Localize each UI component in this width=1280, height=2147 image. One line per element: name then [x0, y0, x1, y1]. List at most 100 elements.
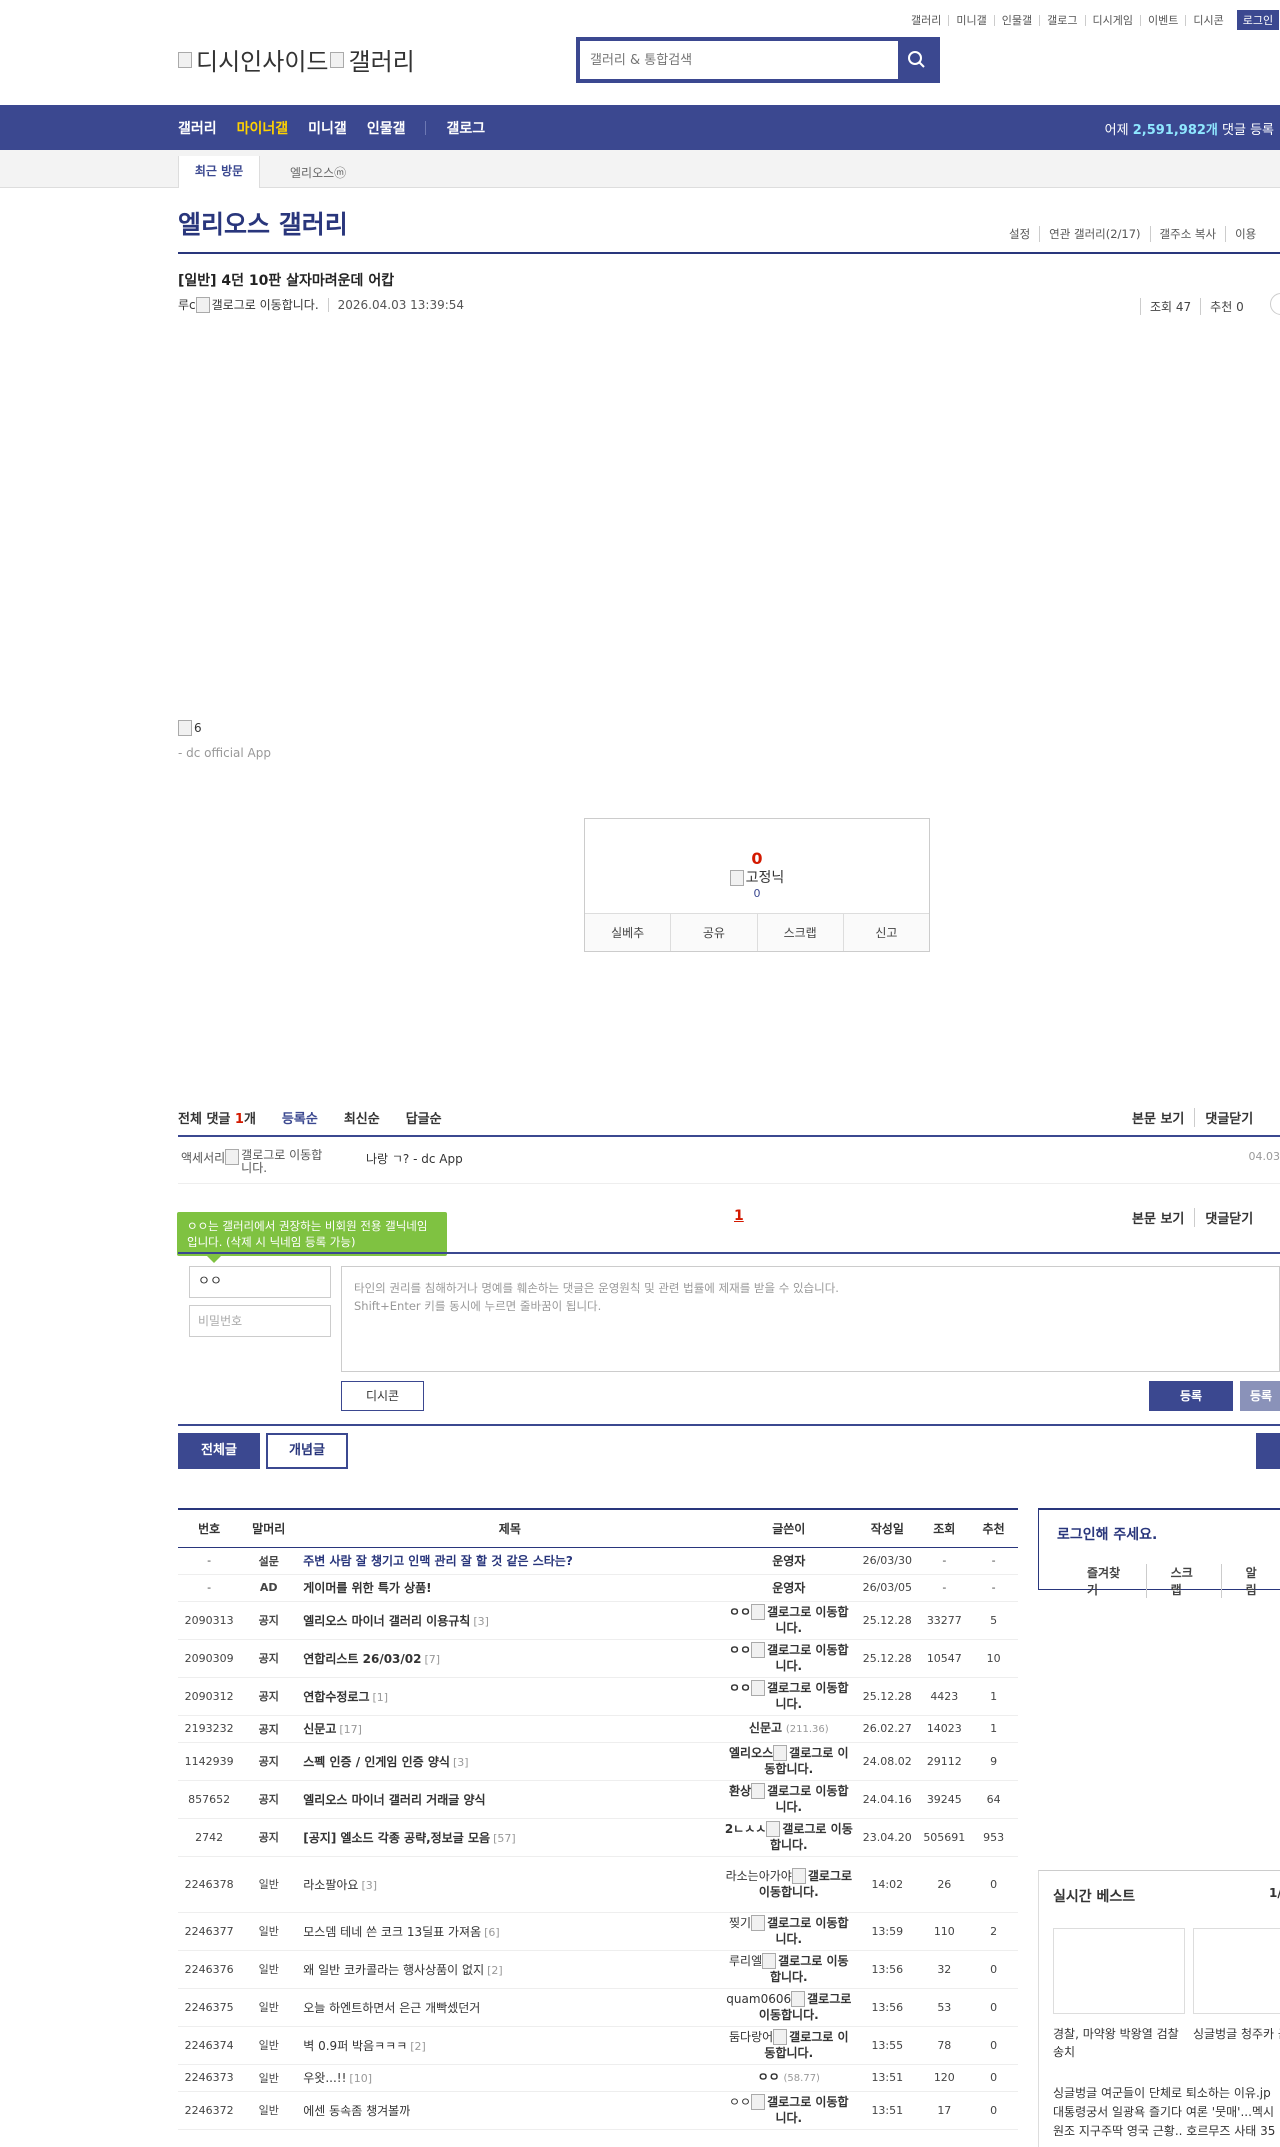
close-comments-link[interactable]: 댓글닫기	[1194, 1108, 1263, 1127]
dccon-button[interactable]: 디시콘	[341, 1381, 424, 1411]
share-button[interactable]: 공유	[670, 914, 756, 951]
writer-name[interactable]: 운영자	[772, 1581, 805, 1595]
submit-button[interactable]: 등록	[1149, 1381, 1233, 1411]
reply-count[interactable]: [7]	[425, 1653, 441, 1666]
reply-count[interactable]: [10]	[349, 2072, 372, 2085]
submit-secondary-button[interactable]: 등록	[1240, 1381, 1280, 1411]
post-link[interactable]: 신문고	[303, 1722, 336, 1736]
tab-concept-posts[interactable]: 개념글	[266, 1433, 348, 1469]
login-button[interactable]: 로그인	[1236, 10, 1280, 30]
util-link-gallog[interactable]: 갤로그	[1039, 14, 1084, 26]
reply-count[interactable]: [2]	[487, 1964, 503, 1977]
cell-writer[interactable]: 운영자	[722, 1547, 856, 1575]
util-link-mini[interactable]: 미니갤	[948, 14, 993, 26]
best-row[interactable]: 원조 지구주딱 영국 근황.. 호르무즈 사태 35	[1053, 2122, 1275, 2141]
gallery-menu-related[interactable]: 연관 갤러리(2/17)	[1039, 226, 1149, 242]
post-author-badge[interactable]: 갤로그로 이동합니다.	[212, 296, 319, 313]
util-link-person[interactable]: 인물갤	[993, 14, 1039, 26]
sort-replies[interactable]: 답글순	[406, 1108, 442, 1127]
writer-badge[interactable]: 갤로그로 이동합니다.	[767, 1605, 848, 1636]
post-link[interactable]: 벽 0.9퍼 박음ㅋㅋㅋ	[303, 2039, 407, 2053]
table-row[interactable]: 2246372 일반 에센 동속좀 챙겨볼까 ㅇㅇ 갤로그로 이동합니다. 13:51 17…	[178, 2091, 1018, 2130]
sort-registered[interactable]: 등록순	[282, 1108, 318, 1127]
recent-visit-label[interactable]: 최근 방문	[178, 156, 260, 188]
gnb-mini[interactable]: 미니갤	[308, 118, 347, 138]
cell-title[interactable]: 에센 동속좀 챙겨볼까	[297, 2091, 723, 2130]
cell-title[interactable]: 왜 일반 코카콜라는 행사상품이 없지 [2]	[297, 1950, 723, 1989]
cell-writer[interactable]: 운영자	[722, 1574, 856, 1602]
writer-name[interactable]: 2ㄴㅅㅅ	[725, 1822, 766, 1836]
writer-badge[interactable]: 갤로그로 이동합니다.	[767, 1681, 848, 1712]
cell-title[interactable]: 벽 0.9퍼 박음ㅋㅋㅋ [2]	[297, 2026, 723, 2065]
writer-name[interactable]: 엘리오스	[729, 1746, 773, 1760]
table-row[interactable]: 2246373 일반 우왓...!! [10] ㅇㅇ (58.77) 13:51 120 0	[178, 2064, 1018, 2092]
best-caption[interactable]: 경찰, 마약왕 박왕열 검찰 송치	[1053, 2025, 1185, 2061]
cell-writer[interactable]: 찢기 갤로그로 이동합니다.	[722, 1912, 856, 1951]
post-link[interactable]: 게이머를 위한 특가 상품!	[303, 1581, 431, 1595]
cell-title[interactable]: 연합수정로그 [1]	[297, 1677, 723, 1716]
post-link[interactable]: 연합리스트 26/03/02	[303, 1652, 421, 1666]
post-link[interactable]: 연합수정로그	[303, 1690, 369, 1704]
reply-count[interactable]: [2]	[410, 2040, 426, 2053]
cell-title[interactable]: 우왓...!! [10]	[297, 2064, 723, 2092]
reply-count[interactable]: [17]	[339, 1723, 362, 1736]
util-link-game[interactable]: 디시게임	[1084, 14, 1140, 26]
writer-name[interactable]: 신문고	[749, 1721, 782, 1735]
write-button[interactable]	[1256, 1433, 1280, 1469]
writer-name[interactable]: 환상	[729, 1784, 751, 1798]
cell-title[interactable]: 라소팔아요 [3]	[297, 1856, 723, 1913]
favorites-link[interactable]: 즐겨찾기	[1087, 1564, 1146, 1598]
cell-writer[interactable]: ㅇㅇ 갤로그로 이동합니다.	[722, 1639, 856, 1678]
sort-latest[interactable]: 최신순	[344, 1108, 380, 1127]
view-body-link[interactable]: 본문 보기	[1122, 1108, 1194, 1127]
table-row[interactable]: 2090312 공지 연합수정로그 [1] ㅇㅇ 갤로그로 이동합니다. 25.12.28 4…	[178, 1677, 1018, 1716]
post-link[interactable]: 모스뎀 테네 쓴 코크 13딜표 가져옴	[303, 1925, 481, 1939]
post-link[interactable]: 엘리오스 마이너 갤러리 이용규칙	[303, 1614, 470, 1628]
comment-textarea[interactable]: 타인의 권리를 침해하거나 명예를 훼손하는 댓글은 운영원칙 및 관련 법률에…	[341, 1266, 1280, 1372]
gallery-title[interactable]: 엘리오스 갤러리	[178, 205, 348, 241]
table-row[interactable]: - AD 게이머를 위한 특가 상품! 운영자 26/03/05- -	[178, 1574, 1018, 1602]
writer-name[interactable]: ㅇㅇ	[729, 1605, 751, 1619]
best-thumbnail[interactable]	[1053, 1928, 1185, 2014]
post-link[interactable]: 주변 사람 잘 챙기고 인맥 관리 잘 할 것 같은 스타는?	[303, 1554, 573, 1568]
gnb-gallog[interactable]: 갤로그	[446, 118, 485, 138]
scrap-link[interactable]: 스크랩	[1145, 1564, 1221, 1598]
table-row[interactable]: 2246374 일반 벽 0.9퍼 박음ㅋㅋㅋ [2] 둠다랑어 갤로그로 이동합니다. 1…	[178, 2026, 1018, 2065]
tab-all-posts[interactable]: 전체글	[178, 1433, 260, 1469]
name-field[interactable]: ㅇㅇ	[189, 1266, 331, 1298]
writer-name[interactable]: 운영자	[772, 1554, 805, 1568]
gallery-menu-settings[interactable]: 설정	[1000, 226, 1039, 242]
view-body-link-bottom[interactable]: 본문 보기	[1122, 1208, 1194, 1227]
writer-badge[interactable]: 갤로그로 이동합니다.	[767, 1784, 848, 1815]
reply-count[interactable]: [3]	[453, 1756, 469, 1769]
table-row[interactable]: 2742 공지 [공지] 엘소드 각종 공략,정보글 모음 [57] 2ㄴㅅㅅ 갤로그로 …	[178, 1818, 1018, 1857]
writer-badge[interactable]: 갤로그로 이동합니다.	[767, 1643, 848, 1674]
reply-count[interactable]: [6]	[484, 1926, 500, 1939]
reply-count[interactable]: [1]	[373, 1691, 389, 1704]
util-link-gallery[interactable]: 갤러리	[904, 15, 948, 26]
more-circle-icon[interactable]	[1270, 293, 1280, 315]
cell-title[interactable]: 엘리오스 마이너 갤러리 거래글 양식	[297, 1780, 723, 1819]
post-author[interactable]: 루c	[178, 296, 196, 313]
cell-writer[interactable]: 환상 갤로그로 이동합니다.	[722, 1780, 856, 1819]
cell-writer[interactable]: 라소는아가야 갤로그로 이동합니다.	[722, 1856, 856, 1913]
gallery-menu-use[interactable]: 이용	[1225, 226, 1265, 242]
cell-writer[interactable]: 엘리오스 갤로그로 이동합니다.	[722, 1742, 856, 1781]
gnb-minor[interactable]: 마이너갤	[237, 118, 289, 138]
cell-writer[interactable]: quam0606 갤로그로 이동합니다.	[722, 1988, 856, 2027]
cell-title[interactable]: 주변 사람 잘 챙기고 인맥 관리 잘 할 것 같은 스타는?	[297, 1547, 723, 1575]
login-prompt[interactable]: 로그인해 주세요.	[1057, 1524, 1157, 1544]
cell-title[interactable]: 모스뎀 테네 쓴 코크 13딜표 가져옴 [6]	[297, 1912, 723, 1951]
writer-badge[interactable]: 갤로그로 이동합니다.	[770, 1954, 849, 1985]
gallery-menu-copy-url[interactable]: 갤주소 복사	[1149, 226, 1226, 242]
writer-name[interactable]: ㅇㅇ	[758, 2070, 780, 2084]
cell-title[interactable]: 게이머를 위한 특가 상품!	[297, 1574, 723, 1602]
best-row[interactable]: 싱글벙글 여군들이 단체로 퇴소하는 이유.jp	[1053, 2084, 1275, 2103]
table-row[interactable]: 2090309 공지 연합리스트 26/03/02 [7] ㅇㅇ 갤로그로 이동합니다. 2…	[178, 1639, 1018, 1678]
table-row[interactable]: 2246378 일반 라소팔아요 [3] 라소는아가야 갤로그로 이동합니다. 14:02 2…	[178, 1856, 1018, 1913]
recent-visit-item[interactable]: 엘리오스ⓜ	[290, 164, 346, 181]
post-link[interactable]: 왜 일반 코카콜라는 행사상품이 없지	[303, 1963, 484, 1977]
comment-author[interactable]: 액세서리 갤로그로 이동합니다.	[181, 1149, 333, 1175]
writer-name[interactable]: 둠다랑어	[729, 2030, 773, 2044]
cell-title[interactable]: 스펙 인증 / 인게임 인증 양식 [3]	[297, 1742, 723, 1781]
